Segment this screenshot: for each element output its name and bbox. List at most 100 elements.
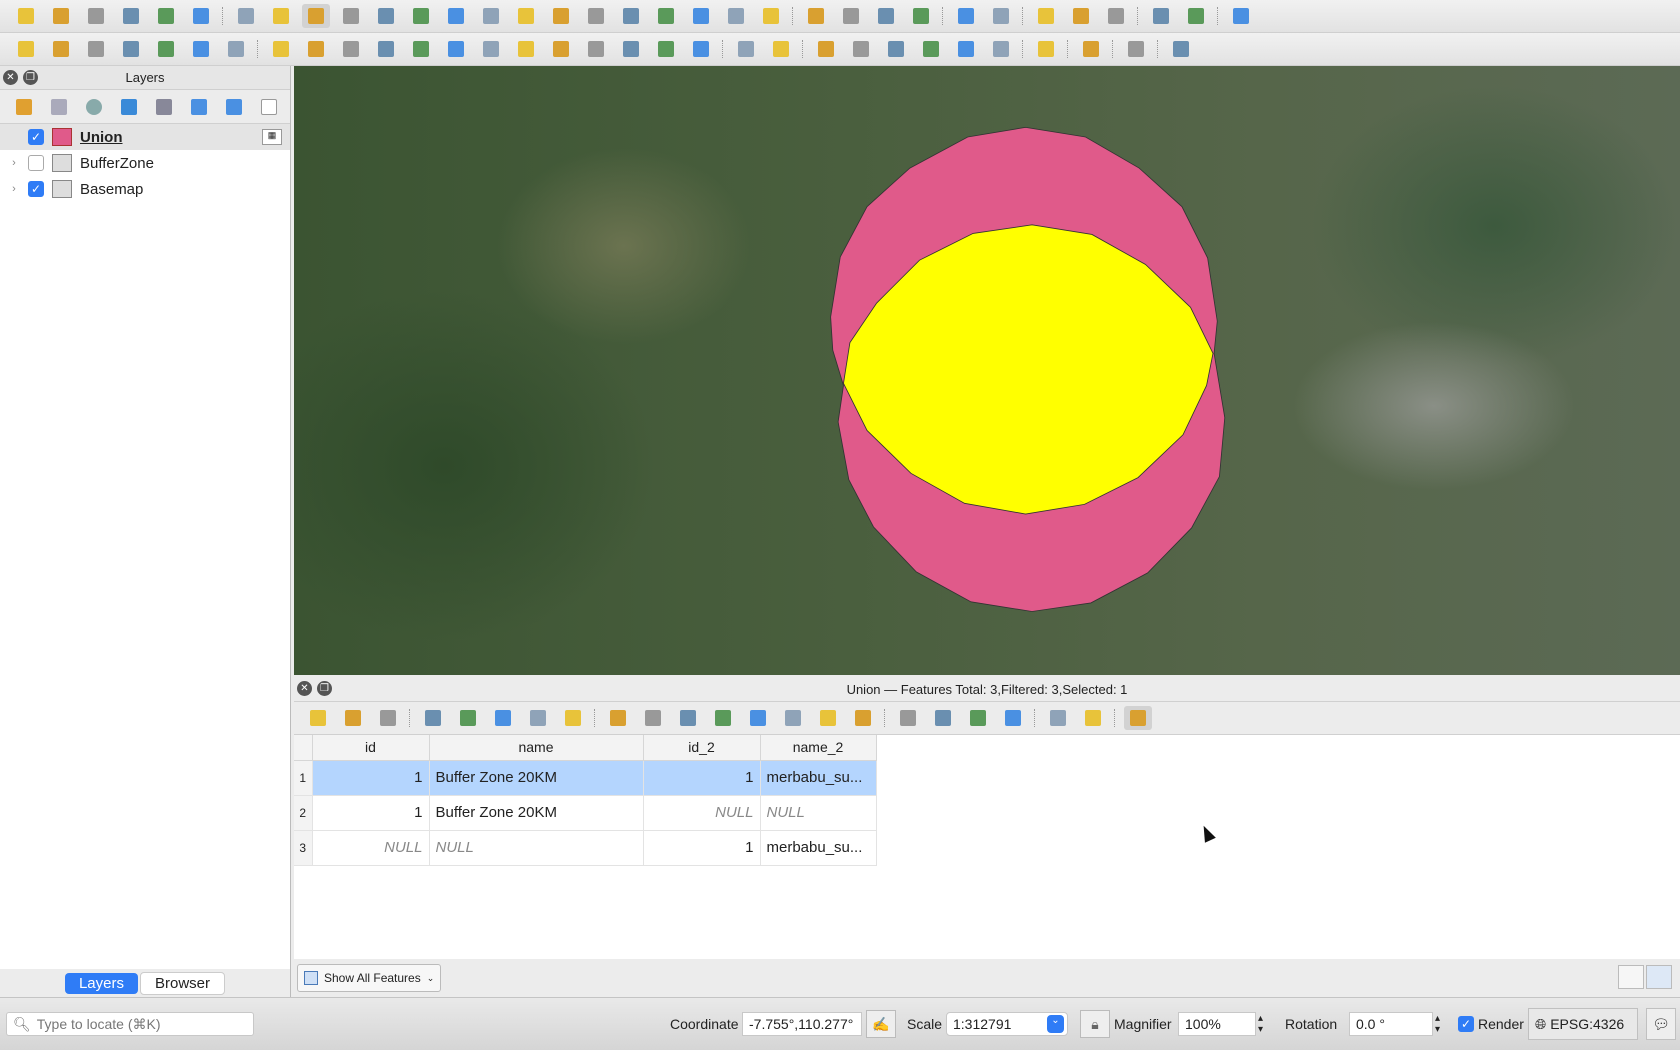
save-project-icon[interactable] [82, 4, 110, 28]
new-vector-tile-icon[interactable] [222, 37, 250, 61]
row-number[interactable]: 3 [294, 830, 313, 866]
annotation-icon[interactable] [1182, 4, 1210, 28]
zoom-next-icon[interactable] [547, 4, 575, 28]
expand-arrow-icon[interactable]: › [0, 183, 28, 195]
cut-icon[interactable] [547, 37, 575, 61]
toggle-editing-icon[interactable] [302, 37, 330, 61]
copy-icon[interactable] [524, 706, 552, 730]
save-edits-icon[interactable] [374, 706, 402, 730]
expand-arrow-icon[interactable]: › [0, 157, 28, 169]
cell-name[interactable]: NULL [429, 830, 644, 866]
redo-icon[interactable] [687, 37, 715, 61]
coordinate-field[interactable]: -7.755°,110.277° [742, 1012, 862, 1036]
deselect-icon[interactable] [709, 706, 737, 730]
help-icon[interactable] [1167, 37, 1195, 61]
rotation-field[interactable]: 0.0 ° [1349, 1012, 1433, 1036]
python-console-icon[interactable] [1077, 37, 1105, 61]
zoom-full-icon[interactable] [372, 4, 400, 28]
select-location-icon[interactable] [907, 4, 935, 28]
field-calculator-icon[interactable] [964, 706, 992, 730]
close-panel-icon[interactable]: ✕ [297, 681, 312, 696]
delete-field-icon[interactable] [929, 706, 957, 730]
remove-layer-icon[interactable] [255, 95, 283, 119]
modify-attributes-icon[interactable] [477, 37, 505, 61]
float-panel-icon[interactable]: ❐ [23, 70, 38, 85]
new-geopackage-icon[interactable] [47, 37, 75, 61]
locator-search[interactable]: 🔍︎ Type to locate (⌘K) [6, 1012, 254, 1036]
editing-table-icon[interactable]: ▦ [262, 129, 282, 145]
show-bookmarks-icon[interactable] [617, 4, 645, 28]
cell-id[interactable]: 1 [312, 795, 430, 831]
new-mesh-icon[interactable] [187, 37, 215, 61]
messages-icon[interactable]: 💬︎ [1646, 1008, 1676, 1040]
filter-dropdown[interactable]: Show All Features ⌄ [297, 964, 442, 992]
magnifier-field[interactable]: 100% [1178, 1012, 1256, 1036]
add-group-icon[interactable] [45, 95, 73, 119]
zoom-in-icon[interactable] [301, 4, 330, 28]
print-layout-icon[interactable] [152, 4, 180, 28]
expand-all-icon[interactable] [185, 95, 213, 119]
cell-id-2[interactable]: 1 [643, 830, 761, 866]
layer-basemap[interactable]: › ✓ Basemap [0, 176, 290, 202]
style-icon[interactable] [10, 95, 38, 119]
new-field-icon[interactable] [894, 706, 922, 730]
mouse-pointer-toggle-icon[interactable]: ✍ [866, 1010, 896, 1038]
style-manager-icon[interactable] [187, 4, 215, 28]
cell-name-2[interactable]: NULL [760, 795, 877, 831]
dock-toggle-icon[interactable] [1123, 706, 1152, 730]
cut-icon[interactable] [489, 706, 517, 730]
move-label-icon[interactable] [882, 37, 910, 61]
select-all-icon[interactable] [639, 706, 667, 730]
conditional-formatting-icon[interactable] [999, 706, 1027, 730]
zoom-native-icon[interactable] [477, 4, 505, 28]
layer-visibility-checkbox[interactable]: ✓ [28, 129, 44, 145]
lock-scale-icon[interactable]: 🔒︎ [1080, 1010, 1110, 1038]
attribute-table-icon[interactable] [987, 4, 1015, 28]
plugin-info-icon[interactable] [1122, 37, 1150, 61]
cell-id-2[interactable]: NULL [643, 795, 761, 831]
new-shapefile-icon[interactable] [82, 37, 110, 61]
cell-id-2[interactable]: 1 [643, 760, 761, 796]
collapse-all-icon[interactable] [220, 95, 248, 119]
map-canvas[interactable] [294, 66, 1680, 675]
move-selection-top-icon[interactable] [779, 706, 807, 730]
change-label-icon[interactable] [952, 37, 980, 61]
locator-icon[interactable] [1227, 4, 1255, 28]
float-panel-icon[interactable]: ❐ [317, 681, 332, 696]
actions-icon[interactable] [1044, 706, 1072, 730]
pan-to-selection-icon[interactable] [267, 4, 295, 28]
paste-icon[interactable] [617, 37, 645, 61]
delete-selected-icon[interactable] [454, 706, 482, 730]
georeferencer-icon[interactable] [1032, 37, 1060, 61]
visibility-icon[interactable] [80, 95, 108, 119]
layer-visibility-checkbox[interactable] [28, 155, 44, 171]
table-row[interactable]: 3 NULL NULL 1 merbabu_su... [294, 830, 877, 866]
render-checkbox[interactable]: ✓ [1458, 1016, 1474, 1032]
cell-name[interactable]: Buffer Zone 20KM [429, 760, 644, 796]
invert-selection-icon[interactable] [674, 706, 702, 730]
attribute-table[interactable]: id name id_2 name_2 1 1 Buffer Zone 20KM 1 m… [294, 735, 1680, 959]
show-hide-labels-icon[interactable] [847, 37, 875, 61]
pan-to-selection-icon[interactable] [814, 706, 842, 730]
zoom-out-icon[interactable] [337, 4, 365, 28]
table-row[interactable]: 2 1 Buffer Zone 20KM NULL NULL [294, 795, 877, 831]
tab-layers[interactable]: Layers [64, 972, 138, 994]
column-header-name[interactable]: name [429, 735, 644, 761]
scale-combobox[interactable]: 1:312791 ⌄ [946, 1012, 1068, 1036]
filter-icon[interactable] [744, 706, 772, 730]
row-number[interactable]: 1 [294, 760, 313, 796]
pan-icon[interactable] [232, 4, 260, 28]
expression-filter-icon[interactable] [150, 95, 178, 119]
zoom-last-icon[interactable] [512, 4, 540, 28]
select-by-expression-icon[interactable] [604, 706, 632, 730]
statistics-icon[interactable] [1067, 4, 1095, 28]
zoom-layer-icon[interactable] [442, 4, 470, 28]
data-source-manager-icon[interactable] [12, 37, 40, 61]
vertex-tool-icon[interactable] [442, 37, 470, 61]
new-temp-scratch-icon[interactable] [117, 37, 145, 61]
copy-icon[interactable] [582, 37, 610, 61]
new-virtual-layer-icon[interactable] [152, 37, 180, 61]
select-by-expression-icon[interactable] [837, 4, 865, 28]
current-edits-icon[interactable] [267, 37, 295, 61]
layer-union[interactable]: ✓ Union ▦ [0, 124, 290, 150]
